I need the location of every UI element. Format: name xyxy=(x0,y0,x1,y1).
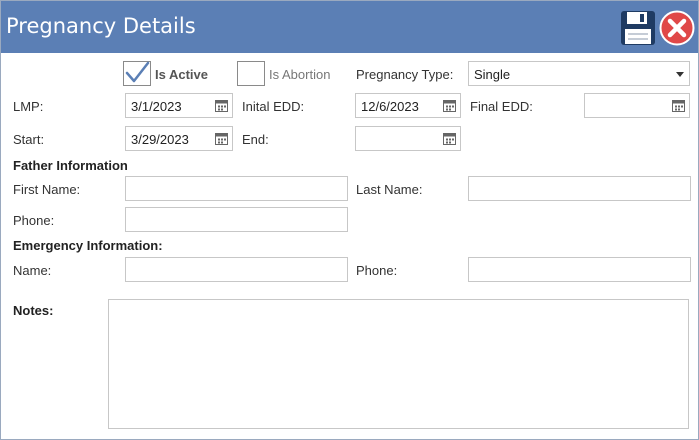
start-label: Start: xyxy=(13,132,45,147)
emergency-name-input[interactable] xyxy=(125,257,348,282)
calendar-icon[interactable] xyxy=(215,99,228,112)
lmp-value: 3/1/2023 xyxy=(131,99,182,114)
notes-label: Notes: xyxy=(13,303,54,318)
initial-edd-date-field[interactable]: 12/6/2023 xyxy=(355,93,461,118)
father-first-name-label: First Name: xyxy=(13,182,81,197)
emergency-phone-input[interactable] xyxy=(468,257,691,282)
calendar-icon[interactable] xyxy=(443,132,456,145)
window-title: Pregnancy Details xyxy=(6,14,196,38)
father-phone-input[interactable] xyxy=(125,207,348,232)
is-abortion-label: Is Abortion xyxy=(269,67,331,82)
floppy-disk-icon xyxy=(621,11,655,45)
pregnancy-type-label: Pregnancy Type: xyxy=(356,67,454,82)
final-edd-date-field[interactable] xyxy=(584,93,690,118)
start-date-field[interactable]: 3/29/2023 xyxy=(125,126,233,151)
emergency-name-label: Name: xyxy=(13,263,52,278)
is-active-label: Is Active xyxy=(155,67,208,82)
initial-edd-label: Inital EDD: xyxy=(242,99,305,114)
calendar-icon[interactable] xyxy=(443,99,456,112)
save-button[interactable] xyxy=(620,10,656,46)
father-section-title: Father Information xyxy=(13,158,128,173)
calendar-icon[interactable] xyxy=(215,132,228,145)
close-circle-icon xyxy=(659,10,695,46)
lmp-date-field[interactable]: 3/1/2023 xyxy=(125,93,233,118)
pregnancy-details-window: Pregnancy Details Is Active Is Abortion xyxy=(0,0,699,440)
end-label: End: xyxy=(242,132,269,147)
end-date-field[interactable] xyxy=(355,126,461,151)
pregnancy-type-select[interactable]: Single xyxy=(468,61,690,86)
chevron-down-icon xyxy=(676,72,684,77)
is-active-checkbox[interactable] xyxy=(123,61,151,86)
notes-textarea[interactable] xyxy=(108,299,689,429)
initial-edd-value: 12/6/2023 xyxy=(361,99,419,114)
calendar-icon[interactable] xyxy=(672,99,685,112)
title-bar: Pregnancy Details xyxy=(1,1,698,53)
pregnancy-type-value: Single xyxy=(474,67,511,82)
is-abortion-checkbox[interactable] xyxy=(237,61,265,86)
father-phone-label: Phone: xyxy=(13,213,55,228)
checkmark-icon xyxy=(125,61,150,83)
father-last-name-label: Last Name: xyxy=(356,182,423,197)
emergency-phone-label: Phone: xyxy=(356,263,398,278)
father-first-name-input[interactable] xyxy=(125,176,348,201)
emergency-section-title: Emergency Information: xyxy=(13,238,163,253)
father-last-name-input[interactable] xyxy=(468,176,691,201)
close-button[interactable] xyxy=(659,10,695,46)
start-value: 3/29/2023 xyxy=(131,132,189,147)
final-edd-label: Final EDD: xyxy=(470,99,533,114)
lmp-label: LMP: xyxy=(13,99,44,114)
